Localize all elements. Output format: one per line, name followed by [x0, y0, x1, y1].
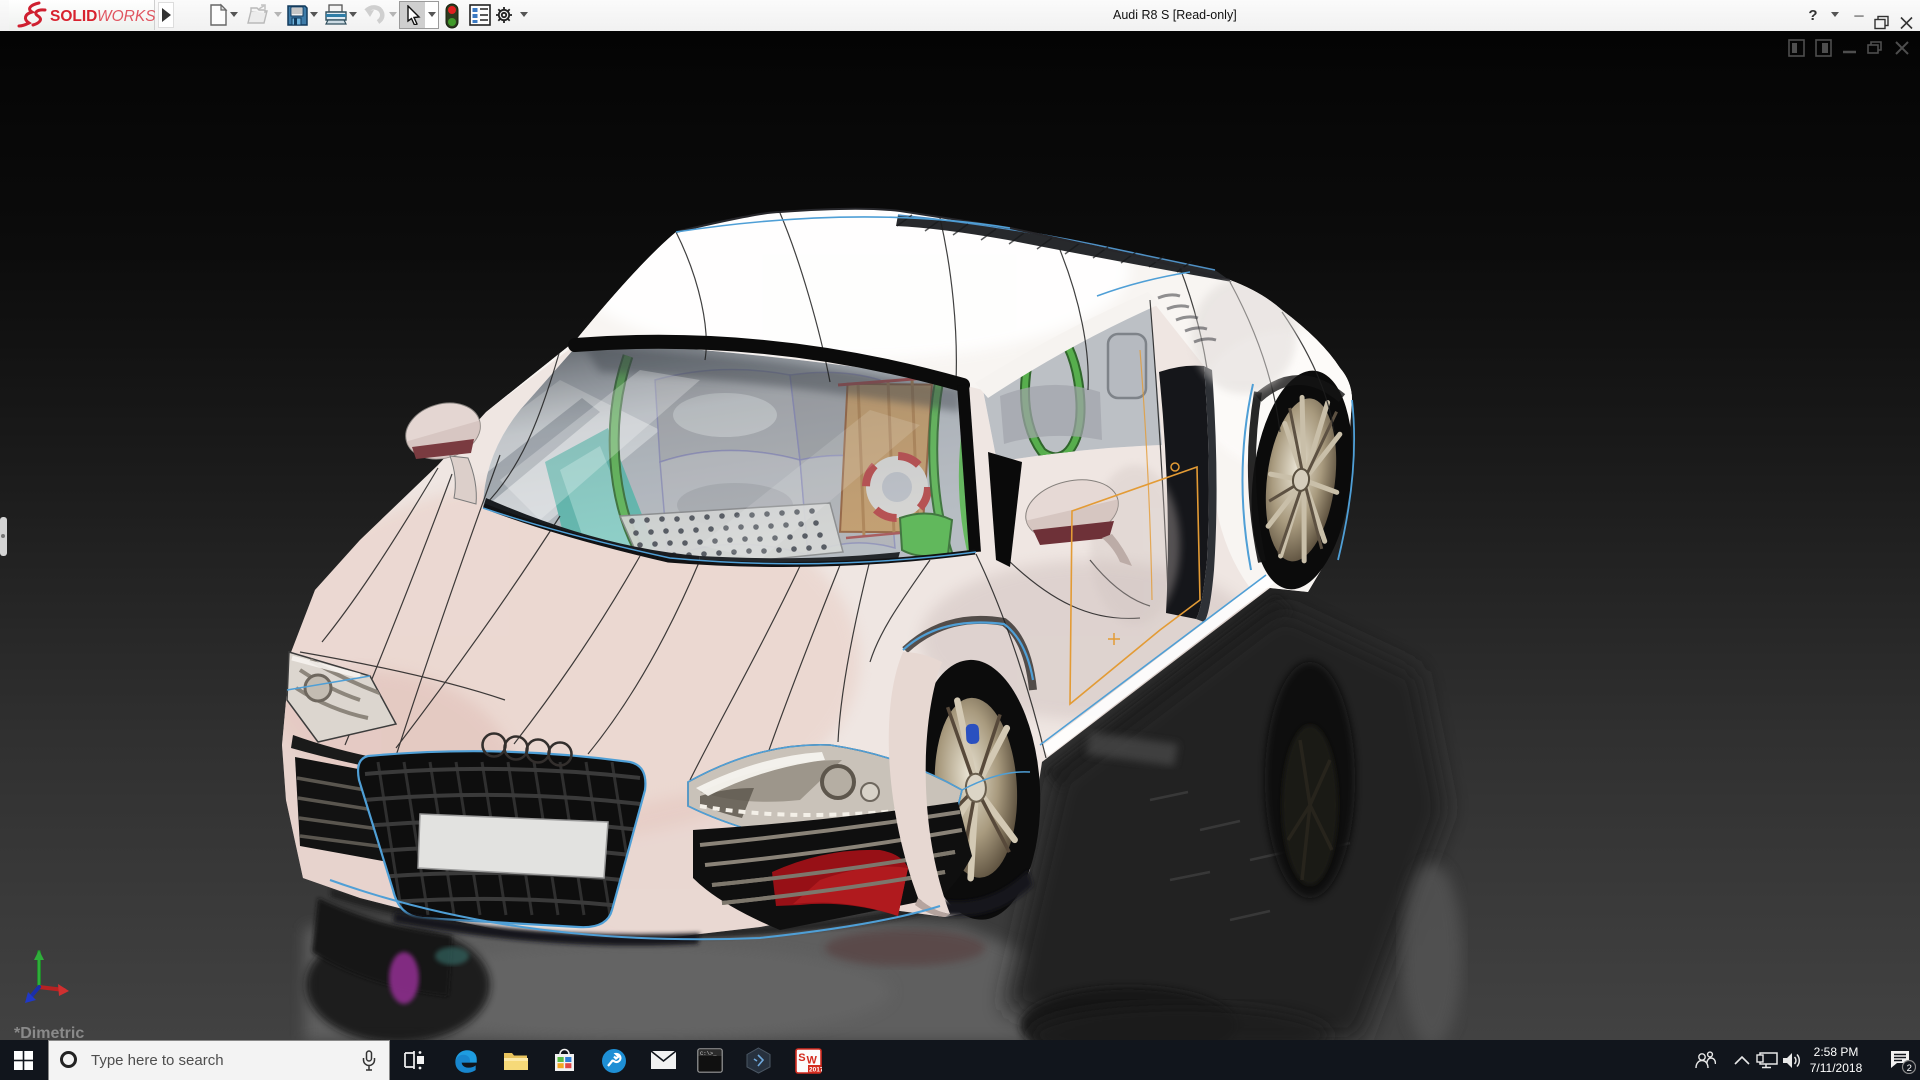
svg-text:W: W [807, 1055, 818, 1067]
svg-text:WORKS: WORKS [97, 8, 155, 25]
svg-text:S: S [798, 1052, 805, 1064]
svg-text:2: 2 [1907, 1063, 1912, 1074]
svg-text:2017: 2017 [809, 1067, 822, 1074]
svg-text:C:\>_: C:\>_ [700, 1050, 717, 1057]
svg-text:SOLID: SOLID [50, 8, 97, 25]
